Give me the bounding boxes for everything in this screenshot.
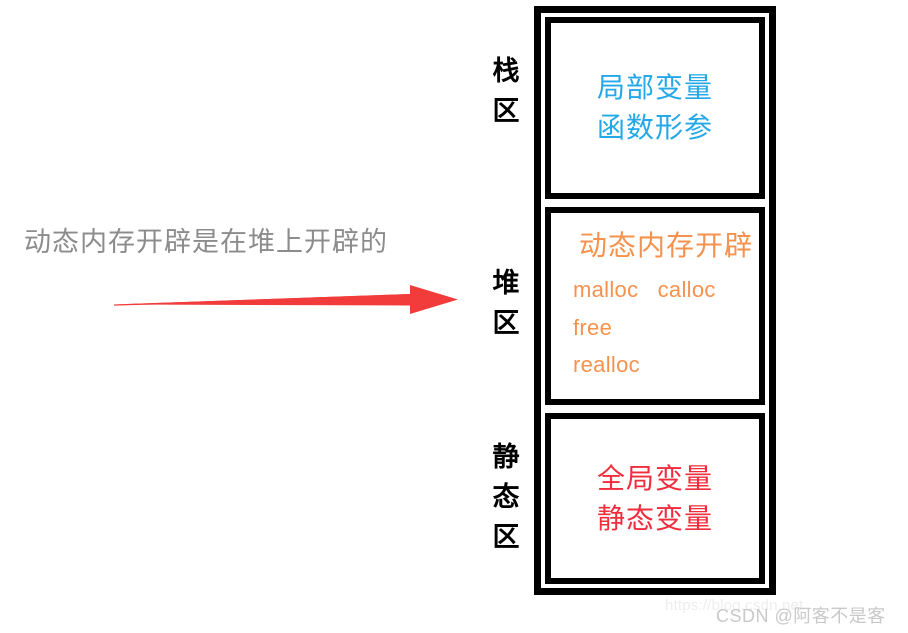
heap-function-row-1: malloc calloc: [573, 276, 716, 302]
region-box-static: 全局变量 静态变量: [545, 413, 765, 584]
watermark-credit: CSDN @阿客不是客: [716, 606, 886, 626]
region-labels: 栈 区 堆 区 静 态 区: [484, 6, 528, 595]
memory-regions: 局部变量 函数形参 动态内存开辟 malloc calloc free real…: [545, 17, 765, 584]
region-label-heap: 堆 区: [484, 264, 528, 344]
heap-function-row-3: realloc: [573, 352, 640, 378]
region-label-static-char-1: 静: [492, 442, 520, 472]
stack-line-1: 局部变量: [596, 72, 713, 104]
static-line-2: 静态变量: [596, 502, 713, 534]
region-label-stack: 栈 区: [484, 52, 528, 132]
region-box-stack: 局部变量 函数形参: [545, 17, 765, 200]
region-label-static-char-2: 态: [492, 481, 520, 512]
region-label-heap-char-1: 堆: [492, 268, 520, 298]
region-label-stack-char-2: 区: [492, 95, 520, 126]
region-label-static: 静 态 区: [484, 438, 528, 558]
region-label-stack-char-1: 栈: [492, 56, 520, 86]
diagram-canvas: 动态内存开辟是在堆上开辟的 栈 区 堆 区 静 态 区 局部变量 函数形参 动态…: [0, 0, 908, 633]
region-label-static-char-3: 区: [492, 521, 520, 552]
stack-line-2: 函数形参: [596, 112, 713, 144]
region-box-heap: 动态内存开辟 malloc calloc free realloc: [545, 207, 765, 406]
region-label-heap-char-2: 区: [492, 307, 520, 338]
heap-title: 动态内存开辟: [578, 230, 753, 262]
static-line-1: 全局变量: [596, 462, 713, 494]
heap-content: 动态内存开辟 malloc calloc free realloc: [551, 228, 759, 384]
red-arrow-icon: [110, 272, 460, 320]
memory-layout-frame: 局部变量 函数形参 动态内存开辟 malloc calloc free real…: [534, 6, 776, 595]
heap-function-row-2: free: [573, 314, 613, 340]
caption-text: 动态内存开辟是在堆上开辟的: [24, 227, 388, 257]
